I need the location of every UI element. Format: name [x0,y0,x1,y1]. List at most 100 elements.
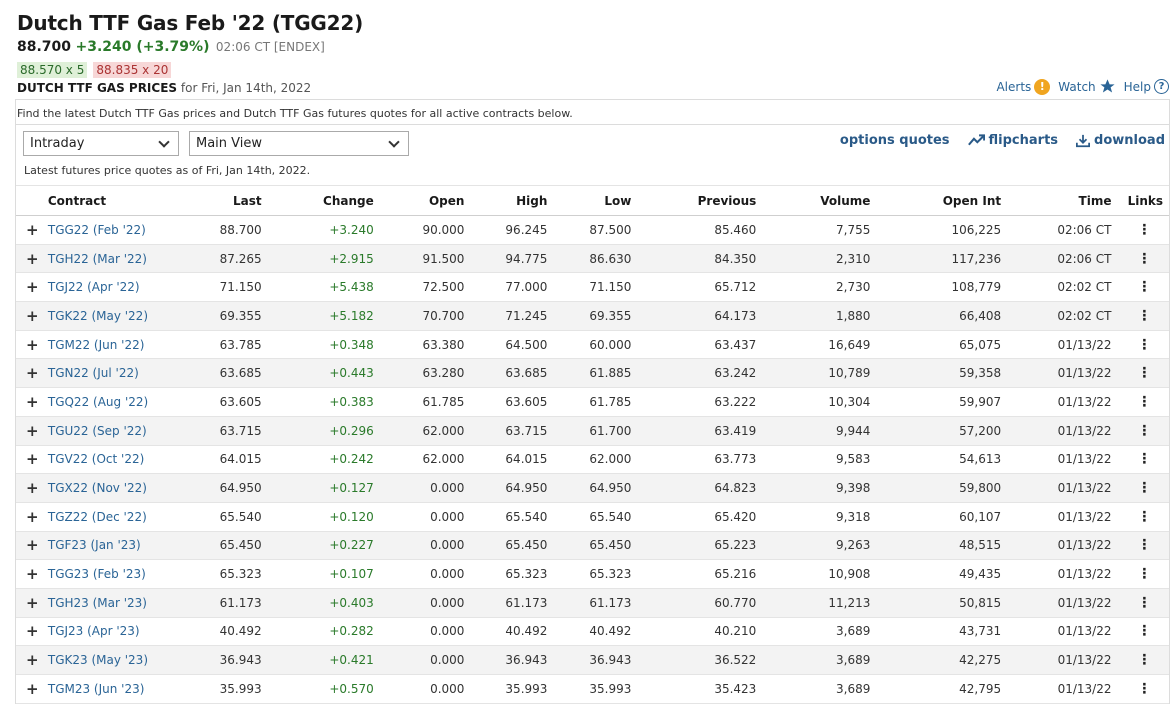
plus-icon[interactable]: + [16,645,42,675]
contract-link[interactable]: TGU22 (Sep '22) [41,416,191,446]
column-header-volume[interactable]: Volume [764,185,879,216]
contract-link[interactable]: TGM22 (Jun '22) [41,330,191,360]
watch-link[interactable]: Watch [1058,78,1115,95]
vertical-dots-icon[interactable]: ⋮ [1119,645,1169,675]
vertical-dots-icon[interactable]: ⋮ [1119,387,1169,417]
period-select-value: Intraday [30,136,85,151]
alerts-link[interactable]: Alerts ! [996,78,1051,95]
contract-link[interactable]: TGV22 (Oct '22) [41,445,191,475]
contract-link[interactable]: TGK22 (May '22) [41,301,191,331]
vertical-dots-icon[interactable]: ⋮ [1119,502,1169,532]
column-header-links: Links [1119,185,1169,216]
plus-icon[interactable]: + [16,272,42,303]
contract-link[interactable]: TGH22 (Mar '22) [41,244,191,274]
vertical-dots-icon[interactable]: ⋮ [1119,473,1169,503]
cell-high: 71.245 [472,301,556,331]
period-select[interactable]: Intraday [23,131,179,156]
contract-link[interactable]: TGH23 (Mar '23) [41,588,191,618]
plus-icon[interactable]: + [16,215,42,245]
options-quotes-link[interactable]: options quotes [840,133,950,148]
table-header-row: Contract Last Change Open High Low Previ… [16,185,1169,216]
plus-icon[interactable]: + [16,358,42,389]
plus-icon[interactable]: + [16,387,42,417]
quotes-panel: Find the latest Dutch TTF Gas prices and… [15,99,1170,704]
plus-icon[interactable]: + [16,674,42,704]
contract-link[interactable]: TGZ22 (Dec '22) [41,502,191,532]
plus-icon[interactable]: + [16,445,42,475]
view-select[interactable]: Main View [189,131,409,156]
plus-icon[interactable]: + [16,531,42,561]
contract-link[interactable]: TGK23 (May '23) [41,645,191,675]
options-quotes-label: options quotes [839,133,950,148]
table-row: + TGU22 (Sep '22) 63.715 +0.296 62.000 63.715… [16,416,1169,446]
cell-high: 63.715 [472,416,556,446]
contract-link[interactable]: TGM23 (Jun '23) [41,674,191,704]
cell-time: 02:06 CT [1009,244,1120,274]
contract-link[interactable]: TGX22 (Nov '22) [41,473,191,503]
column-header-time[interactable]: Time [1009,185,1120,216]
cell-volume: 10,304 [764,387,879,417]
plus-icon[interactable]: + [16,502,42,532]
column-header-change[interactable]: Change [269,185,382,216]
contract-link[interactable]: TGN22 (Jul '22) [41,358,191,389]
vertical-dots-icon[interactable]: ⋮ [1119,531,1169,561]
cell-change: +5.182 [269,301,382,331]
plus-icon[interactable]: + [16,473,42,503]
alerts-label: Alerts [996,79,1032,94]
vertical-dots-icon[interactable]: ⋮ [1119,215,1169,245]
cell-open: 63.380 [381,330,473,360]
cell-previous: 40.210 [639,617,765,647]
table-row: + TGF23 (Jan '23) 65.450 +0.227 0.000 65.450 6… [16,531,1169,561]
plus-icon[interactable]: + [16,244,42,274]
flipcharts-link[interactable]: flipcharts [967,133,1058,148]
vertical-dots-icon[interactable]: ⋮ [1119,416,1169,446]
vertical-dots-icon[interactable]: ⋮ [1119,244,1169,274]
vertical-dots-icon[interactable]: ⋮ [1119,445,1169,475]
cell-open: 91.500 [381,244,473,274]
download-link[interactable]: download [1076,133,1165,148]
table-row: + TGG23 (Feb '23) 65.323 +0.107 0.000 65.323 6… [16,559,1169,589]
cell-previous: 63.242 [639,358,765,389]
vertical-dots-icon[interactable]: ⋮ [1119,559,1169,589]
vertical-dots-icon[interactable]: ⋮ [1119,358,1169,389]
vertical-dots-icon[interactable]: ⋮ [1119,272,1169,303]
cell-change: +0.127 [269,473,382,503]
vertical-dots-icon[interactable]: ⋮ [1119,617,1169,647]
bid-badge: 88.570 x 5 [17,62,88,78]
contract-link[interactable]: TGJ22 (Apr '22) [41,272,191,303]
cell-high: 96.245 [472,215,556,245]
help-link[interactable]: Help ? [1124,79,1169,94]
table-row: + TGH22 (Mar '22) 87.265 +2.915 91.500 94.775… [16,244,1169,274]
plus-icon[interactable]: + [16,301,42,331]
cell-high: 77.000 [472,272,556,303]
plus-icon[interactable]: + [16,617,42,647]
ask-badge: 88.835 x 20 [93,62,172,78]
cell-change: +0.421 [269,645,382,675]
column-header-previous[interactable]: Previous [639,185,765,216]
plus-icon[interactable]: + [16,416,42,446]
column-header-open[interactable]: Open [381,185,473,216]
column-header-contract[interactable]: Contract [41,185,191,216]
cell-previous: 36.522 [639,645,765,675]
contract-link[interactable]: TGF23 (Jan '23) [41,531,191,561]
cell-previous: 64.823 [639,473,765,503]
vertical-dots-icon[interactable]: ⋮ [1119,588,1169,618]
contract-link[interactable]: TGG22 (Feb '22) [41,215,191,245]
column-header-last[interactable]: Last [190,185,270,216]
column-header-low[interactable]: Low [555,185,640,216]
plus-icon[interactable]: + [16,559,42,589]
contract-link[interactable]: TGQ22 (Aug '22) [41,387,191,417]
column-header-high[interactable]: High [472,185,556,216]
cell-last: 65.540 [190,502,270,532]
vertical-dots-icon[interactable]: ⋮ [1119,301,1169,331]
plus-icon[interactable]: + [16,330,42,360]
bid-ask: 88.570 x 5 88.835 x 20 [17,62,172,78]
contract-link[interactable]: TGG23 (Feb '23) [41,559,191,589]
vertical-dots-icon[interactable]: ⋮ [1119,674,1169,704]
plus-icon[interactable]: + [16,588,42,618]
contract-link[interactable]: TGJ23 (Apr '23) [41,617,191,647]
cell-open-int: 57,200 [878,416,1010,446]
column-header-open-int[interactable]: Open Int [878,185,1010,216]
vertical-dots-icon[interactable]: ⋮ [1119,330,1169,360]
cell-change: +0.348 [269,330,382,360]
